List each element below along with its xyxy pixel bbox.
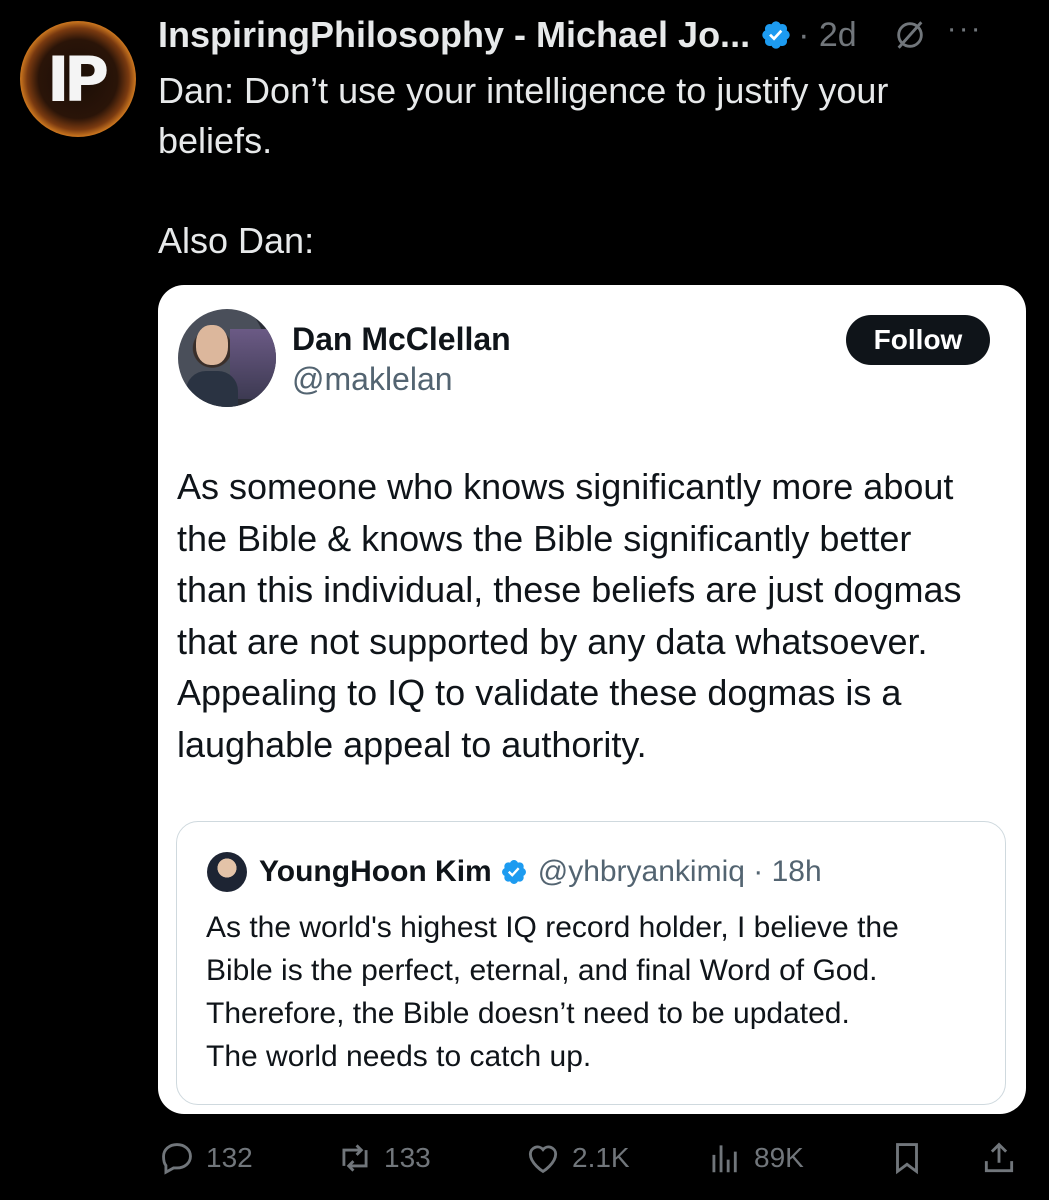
analytics-icon (712, 1145, 737, 1173)
reply-button[interactable]: 132 (158, 1135, 253, 1181)
reply-icon (162, 1143, 192, 1175)
nested-author-avatar[interactable] (207, 852, 247, 892)
follow-button[interactable]: Follow (846, 315, 990, 365)
nested-quote-card[interactable]: YoungHoon Kim @yhbryankimiq · 18h As the… (176, 821, 1006, 1105)
grok-icon[interactable] (893, 18, 927, 52)
more-options-icon[interactable]: ··· (947, 12, 983, 46)
post-time[interactable]: · 2d (798, 16, 857, 55)
author-avatar[interactable]: IP (20, 21, 136, 137)
tweet-header: InspiringPhilosophy - Michael Jo... · 2d… (158, 12, 1029, 58)
author-name[interactable]: InspiringPhilosophy - Michael Jo... (158, 14, 750, 56)
tweet-text: Dan: Don’t use your intelligence to just… (158, 70, 889, 261)
reply-count: 132 (206, 1142, 253, 1173)
verified-badge-icon (762, 21, 790, 49)
quoted-tweet-card[interactable]: Dan McClellan @maklelan Follow As someon… (158, 285, 1026, 1114)
like-button[interactable]: 2.1K (524, 1135, 630, 1181)
like-count: 2.1K (572, 1142, 630, 1173)
action-bar: 132 133 2.1K 89K (158, 1135, 1028, 1181)
views-count: 89K (754, 1142, 804, 1173)
repost-button[interactable]: 133 (336, 1135, 431, 1181)
nested-author-handle-time[interactable]: @yhbryankimiq · 18h (538, 855, 822, 889)
nested-quote-text: As the world's highest IQ record holder,… (206, 911, 899, 1073)
quoted-author-avatar[interactable] (178, 309, 276, 407)
verified-badge-icon (501, 860, 526, 884)
nested-quote-header: YoungHoon Kim @yhbryankimiq · 18h (259, 850, 822, 894)
avatar-logo-text: IP (46, 42, 109, 116)
views-button[interactable]: 89K (706, 1135, 804, 1181)
share-icon (984, 1142, 1014, 1173)
repost-icon (342, 1144, 368, 1172)
bookmark-button[interactable] (888, 1135, 936, 1181)
nested-author-name[interactable]: YoungHoon Kim (259, 855, 492, 889)
repost-count: 133 (384, 1142, 431, 1173)
share-button[interactable] (980, 1135, 1028, 1181)
quoted-author-handle[interactable]: @maklelan (292, 361, 453, 398)
quoted-tweet-text: As someone who knows significantly more … (177, 466, 962, 765)
quoted-author-name[interactable]: Dan McClellan (292, 321, 511, 358)
heart-icon (528, 1145, 558, 1174)
bookmark-icon (896, 1143, 918, 1175)
